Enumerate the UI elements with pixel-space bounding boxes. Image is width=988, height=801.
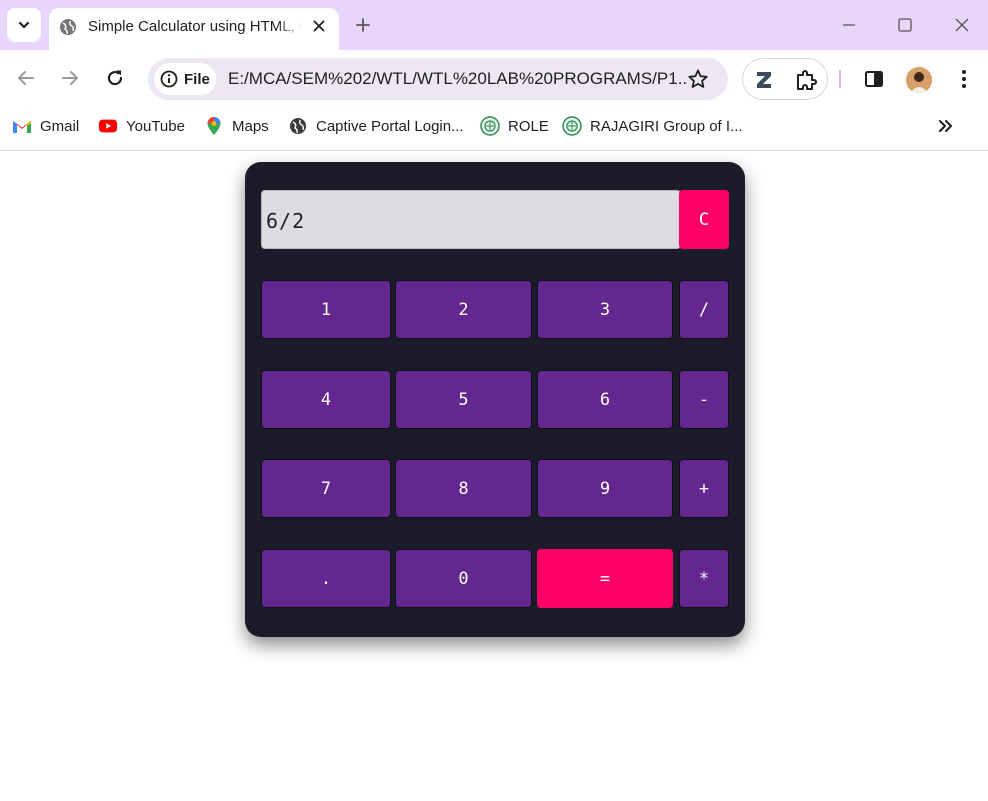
tab-close-button[interactable] [309, 16, 329, 36]
digit-4-button[interactable]: 4 [261, 370, 391, 429]
youtube-icon [98, 116, 118, 136]
side-panel-icon [865, 71, 883, 87]
close-icon [313, 20, 325, 32]
arrow-right-icon [62, 71, 78, 85]
minimize-icon [843, 24, 855, 26]
bookmark-star-button[interactable] [686, 67, 710, 91]
z-extension-button[interactable] [751, 67, 777, 93]
profile-avatar[interactable] [906, 67, 932, 93]
digit-6-button[interactable]: 6 [537, 370, 673, 429]
reload-button[interactable] [103, 66, 127, 90]
window-close-button[interactable] [951, 14, 973, 36]
site-info-chip[interactable]: File [154, 63, 216, 95]
extensions-group [742, 58, 828, 100]
bookmark-label: ROLE [508, 117, 549, 135]
multiply-button[interactable]: * [679, 549, 729, 608]
browser-menu-button[interactable] [952, 67, 976, 91]
page-content: 6/2 C 1 2 3 / 4 5 6 - 7 8 9 + . 0 = * [0, 152, 988, 801]
url-text[interactable]: E:/MCA/SEM%202/WTL/WTL%20LAB%20PROGRAMS/… [228, 69, 688, 89]
plus-icon [356, 18, 370, 32]
bookmark-label: RAJAGIRI Group of I... [590, 117, 743, 135]
equals-button[interactable]: = [537, 549, 673, 608]
browser-title-bar: Simple Calculator using HTML, CSS and Ja… [0, 0, 988, 50]
info-icon [160, 70, 178, 88]
minus-button[interactable]: - [679, 370, 729, 429]
back-button[interactable] [14, 66, 38, 90]
chevron-double-right-icon [939, 120, 952, 132]
tab-title: Simple Calculator using HTML, CSS and Ja… [88, 18, 302, 35]
bookmark-youtube[interactable]: YouTube [98, 116, 185, 136]
bookmark-label: YouTube [126, 117, 185, 135]
digit-5-button[interactable]: 5 [395, 370, 532, 429]
z-logo-icon [757, 72, 771, 88]
bookmark-maps[interactable]: Maps [204, 116, 269, 136]
bookmark-gmail[interactable]: Gmail [12, 116, 79, 136]
site-info-label: File [184, 70, 210, 88]
reload-icon [107, 70, 123, 86]
globe-icon [60, 19, 76, 35]
calculator-display[interactable]: 6/2 [261, 190, 681, 249]
forward-button[interactable] [58, 66, 82, 90]
clear-button[interactable]: C [679, 190, 729, 249]
seal-icon [562, 116, 582, 136]
extensions-button[interactable] [793, 67, 819, 93]
calculator: 6/2 C 1 2 3 / 4 5 6 - 7 8 9 + . 0 = * [245, 162, 745, 637]
maximize-button[interactable] [894, 14, 916, 36]
decimal-button[interactable]: . [261, 549, 391, 608]
more-vertical-icon [962, 70, 966, 88]
tab-search-button[interactable] [7, 8, 41, 42]
digit-7-button[interactable]: 7 [261, 459, 391, 518]
bookmark-rajagiri[interactable]: RAJAGIRI Group of I... [562, 116, 743, 136]
bookmark-label: Maps [232, 117, 269, 135]
puzzle-icon [797, 70, 817, 90]
active-tab[interactable]: Simple Calculator using HTML, CSS and Ja… [49, 8, 339, 50]
digit-3-button[interactable]: 3 [537, 280, 673, 339]
new-tab-button[interactable] [352, 14, 374, 36]
star-icon [688, 69, 708, 88]
maps-icon [204, 116, 224, 136]
gmail-icon [12, 116, 32, 136]
toolbar-separator [839, 70, 841, 88]
address-bar[interactable]: File E:/MCA/SEM%202/WTL/WTL%20LAB%20PROG… [148, 58, 728, 100]
side-panel-button[interactable] [862, 67, 886, 91]
digit-9-button[interactable]: 9 [537, 459, 673, 518]
plus-button[interactable]: + [679, 459, 729, 518]
maximize-icon [898, 18, 912, 32]
bookmark-captive-portal[interactable]: Captive Portal Login... [288, 116, 464, 136]
globe-icon [288, 116, 308, 136]
seal-icon [480, 116, 500, 136]
bookmark-role[interactable]: ROLE [480, 116, 549, 136]
bookmarks-bar: Gmail YouTube Maps Captive Portal Login.… [0, 108, 988, 151]
bookmark-label: Gmail [40, 117, 80, 135]
browser-toolbar: File E:/MCA/SEM%202/WTL/WTL%20LAB%20PROG… [0, 50, 988, 108]
more-bookmarks-button[interactable] [934, 116, 958, 136]
digit-2-button[interactable]: 2 [395, 280, 532, 339]
chevron-down-icon [18, 21, 30, 29]
minimize-button[interactable] [838, 14, 860, 36]
digit-0-button[interactable]: 0 [395, 549, 532, 608]
digit-1-button[interactable]: 1 [261, 280, 391, 339]
bookmark-label: Captive Portal Login... [316, 117, 464, 135]
digit-8-button[interactable]: 8 [395, 459, 532, 518]
avatar-icon [906, 67, 932, 93]
arrow-left-icon [18, 71, 34, 85]
close-icon [955, 18, 969, 32]
divide-button[interactable]: / [679, 280, 729, 339]
